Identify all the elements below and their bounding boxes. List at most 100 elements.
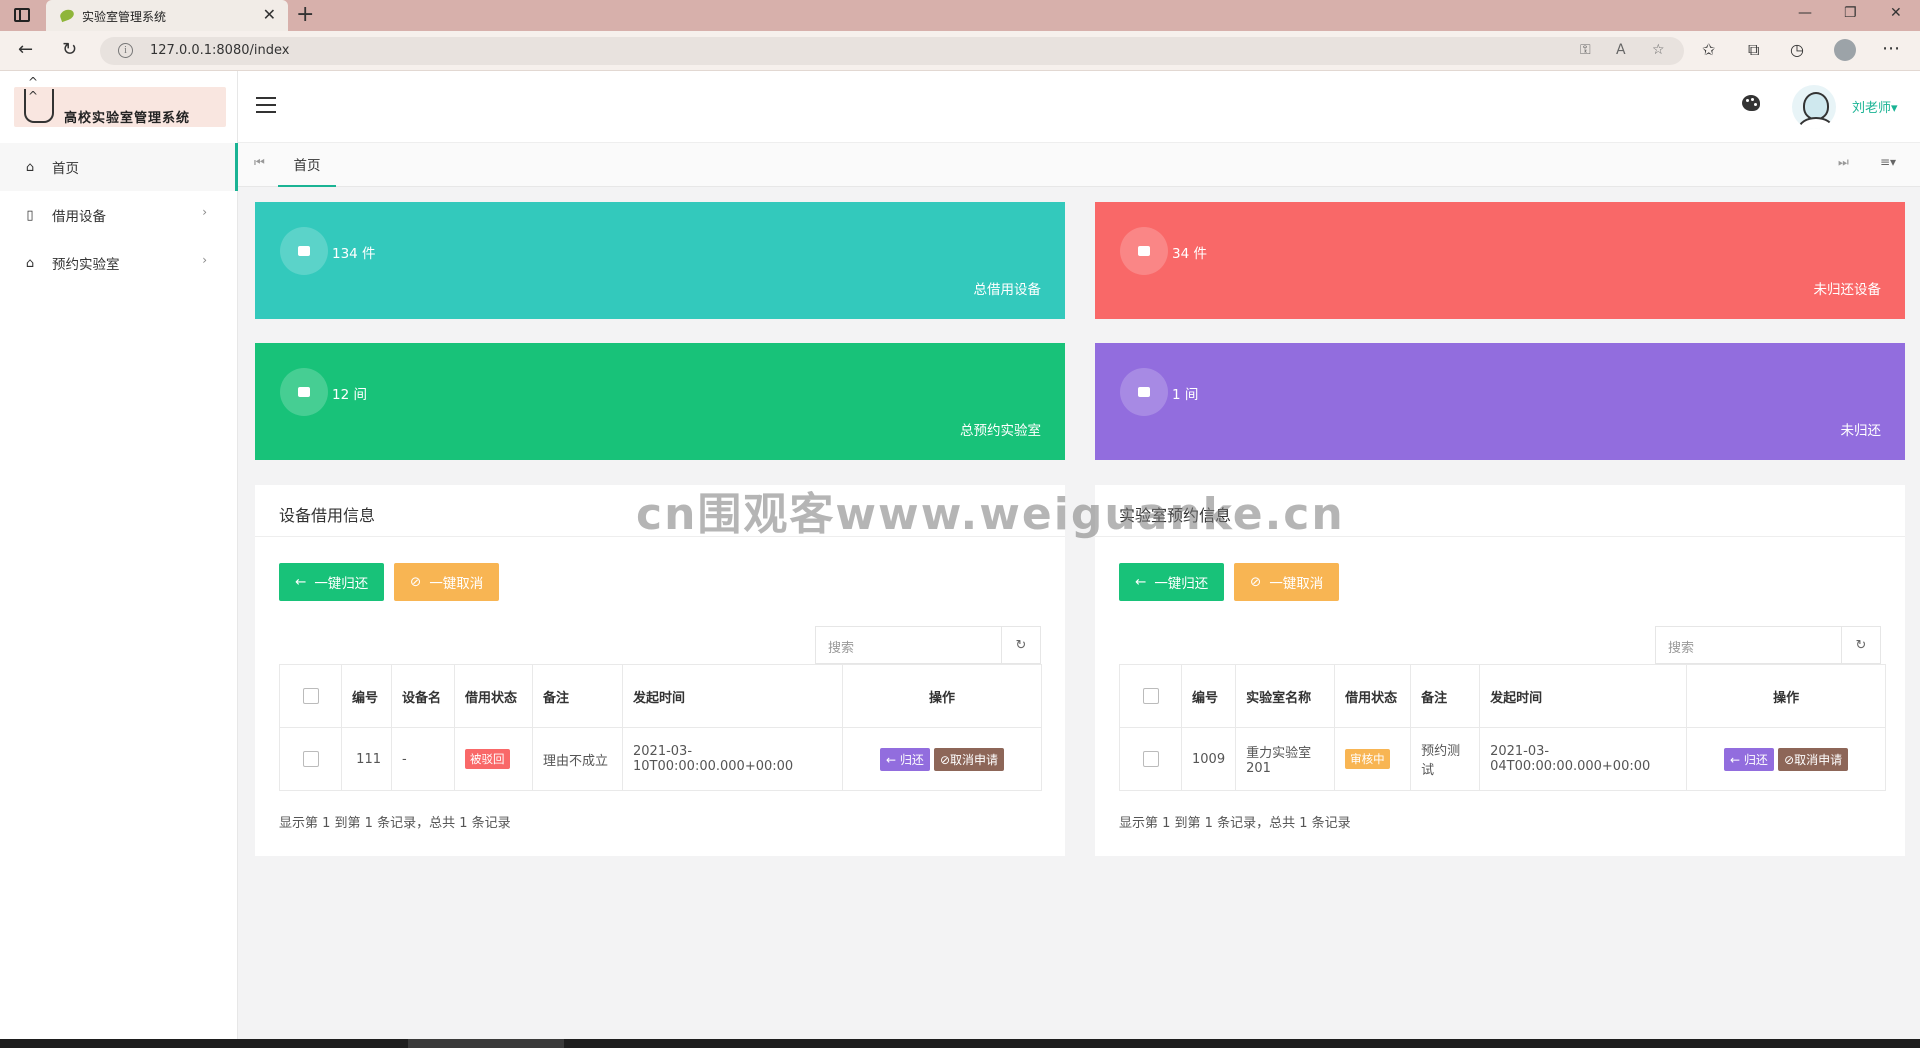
search-input[interactable]: 搜索 (1655, 626, 1841, 664)
search-input[interactable]: 搜索 (815, 626, 1001, 664)
palette-icon[interactable] (1742, 95, 1760, 111)
new-tab-button[interactable]: + (296, 2, 314, 27)
col-id[interactable]: 编号 (341, 664, 392, 728)
stat-label: 总预约实验室 (960, 423, 1041, 439)
return-button[interactable]: ← 归还 (879, 747, 930, 771)
pagination-summary: 显示第 1 到第 1 条记录，总共 1 条记录 (279, 816, 511, 831)
sidebar-item-borrow-device[interactable]: ▯ 借用设备 › (0, 191, 237, 239)
stat-card-total-labs: 12 间 总预约实验室 (255, 343, 1065, 460)
reload-icon[interactable]: ↻ (62, 39, 77, 60)
col-name[interactable]: 实验室名称 (1235, 664, 1336, 728)
chevron-right-icon: › (202, 205, 207, 219)
key-icon[interactable]: ⚿ (1580, 42, 1591, 58)
back-icon[interactable]: ← (18, 39, 33, 60)
col-name[interactable]: 设备名 (391, 664, 455, 728)
user-badge-icon (1120, 368, 1168, 416)
cancel-request-button[interactable]: ⊘取消申请 (1778, 747, 1849, 771)
cell-remark: 预约测试 (1410, 727, 1481, 791)
sidebar-item-reserve-lab[interactable]: ⌂ 预约实验室 › (0, 239, 237, 287)
clipboard-icon (1120, 227, 1168, 275)
tabs-menu-icon[interactable]: ≡▾ (1880, 155, 1896, 169)
tabs-prev-icon[interactable]: ⏮ (254, 155, 265, 170)
row-checkbox[interactable] (302, 751, 319, 767)
sidebar-item-home[interactable]: ⌂ 首页 (0, 143, 238, 191)
chevron-right-icon: › (202, 253, 207, 267)
calendar-check-icon (280, 227, 328, 275)
return-all-button[interactable]: ← 一键归还 (1119, 563, 1225, 601)
cell-id: 111 (341, 727, 392, 791)
table-header-row: 编号 设备名 借用状态 备注 发起时间 操作 (279, 664, 1042, 728)
tab-home[interactable]: 首页 (278, 143, 336, 187)
col-status[interactable]: 借用状态 (1334, 664, 1412, 728)
tab-title: 实验室管理系统 (82, 10, 167, 24)
refresh-icon[interactable]: ↻ (1841, 626, 1881, 664)
collections-icon[interactable]: ⧉ (1748, 40, 1759, 60)
crown-cat-icon (24, 75, 54, 123)
col-action[interactable]: 操作 (1686, 664, 1887, 728)
stat-card-total-devices: 134 件 总借用设备 (255, 202, 1065, 319)
cancel-all-button[interactable]: ⊘ 一键取消 (1234, 563, 1340, 601)
tabs-next-icon[interactable]: ⏭ (1838, 155, 1849, 170)
site-info-icon[interactable]: i (118, 43, 133, 58)
cell-name: - (391, 727, 455, 791)
user-menu[interactable]: 刘老师▾ (1852, 97, 1898, 116)
row-select-cell[interactable] (1119, 727, 1182, 791)
refresh-icon[interactable]: ↻ (1001, 626, 1041, 664)
stat-count: 134 件 (332, 246, 376, 262)
select-all-checkbox[interactable] (302, 688, 319, 704)
house-icon: ⌂ (25, 255, 35, 271)
col-time[interactable]: 发起时间 (1479, 664, 1688, 728)
col-remark[interactable]: 备注 (1410, 664, 1481, 728)
more-icon[interactable]: ⋯ (1882, 38, 1900, 59)
taskbar-app[interactable] (408, 1039, 564, 1048)
address-bar[interactable]: i 127.0.0.1:8080/index ⚿ A ☆ (100, 37, 1684, 65)
row-checkbox[interactable] (1142, 751, 1159, 767)
device-table: 编号 设备名 借用状态 备注 发起时间 操作 111 - 被驳回 理由不成立 2… (279, 664, 1042, 791)
read-aloud-icon[interactable]: A (1616, 42, 1626, 58)
col-time[interactable]: 发起时间 (622, 664, 843, 728)
add-favorite-icon[interactable]: ☆ (1652, 42, 1665, 58)
status-badge: 被驳回 (465, 749, 510, 769)
button-label: 一键取消 (1269, 576, 1324, 592)
tab-actions-icon[interactable] (14, 8, 30, 22)
table-row: 1009 重力实验室201 审核中 预约测试 2021-03-04T00:00:… (1119, 727, 1887, 791)
tab-close-icon[interactable]: ✕ (263, 5, 276, 24)
cell-time: 2021-03-10T00:00:00.000+00:00 (622, 727, 843, 791)
cell-remark: 理由不成立 (532, 727, 623, 791)
restore-icon[interactable]: ❐ (1844, 5, 1857, 21)
browser-tab[interactable]: 实验室管理系统 ✕ (46, 0, 288, 31)
stat-count: 1 间 (1172, 387, 1199, 403)
col-action[interactable]: 操作 (842, 664, 1042, 728)
cell-actions: ← 归还 ⊘取消申请 (842, 727, 1042, 791)
cancel-all-button[interactable]: ⊘ 一键取消 (394, 563, 500, 601)
history-icon[interactable]: ◷ (1790, 40, 1804, 59)
table-row: 111 - 被驳回 理由不成立 2021-03-10T00:00:00.000+… (279, 727, 1042, 791)
cell-time: 2021-03-04T00:00:00.000+00:00 (1479, 727, 1688, 791)
lab-table: 编号 实验室名称 借用状态 备注 发起时间 操作 1009 重力实验室201 审… (1119, 664, 1887, 791)
table-header-row: 编号 实验室名称 借用状态 备注 发起时间 操作 (1119, 664, 1887, 728)
book-icon: ▯ (26, 207, 34, 223)
avatar[interactable] (1792, 85, 1836, 129)
select-all-checkbox[interactable] (1142, 688, 1159, 704)
row-select-cell[interactable] (279, 727, 342, 791)
logo[interactable]: 高校实验室管理系统 (14, 75, 226, 127)
col-id[interactable]: 编号 (1180, 664, 1237, 728)
select-all-cell[interactable] (1119, 664, 1182, 728)
return-button[interactable]: ← 归还 (1724, 747, 1774, 771)
col-remark[interactable]: 备注 (532, 664, 623, 728)
menu-toggle-icon[interactable] (256, 97, 276, 113)
window-close-icon[interactable]: ✕ (1890, 5, 1902, 21)
cancel-request-button[interactable]: ⊘取消申请 (933, 747, 1005, 771)
profile-icon[interactable] (1834, 39, 1856, 61)
return-all-button[interactable]: ← 一键归还 (279, 563, 385, 601)
select-all-cell[interactable] (279, 664, 342, 728)
minimize-icon[interactable]: — (1798, 5, 1812, 21)
stat-card-unreturned-devices: 34 件 未归还设备 (1095, 202, 1905, 319)
col-status[interactable]: 借用状态 (454, 664, 533, 728)
stat-label: 总借用设备 (973, 282, 1042, 298)
logo-text: 高校实验室管理系统 (64, 111, 191, 126)
browser-tab-bar: 实验室管理系统 ✕ + — ❐ ✕ (0, 0, 1920, 31)
watermark: cn围观客www.weiguanke.cn (636, 489, 1345, 540)
stat-count: 12 间 (332, 387, 367, 403)
favorites-icon[interactable]: ✩ (1702, 40, 1715, 59)
